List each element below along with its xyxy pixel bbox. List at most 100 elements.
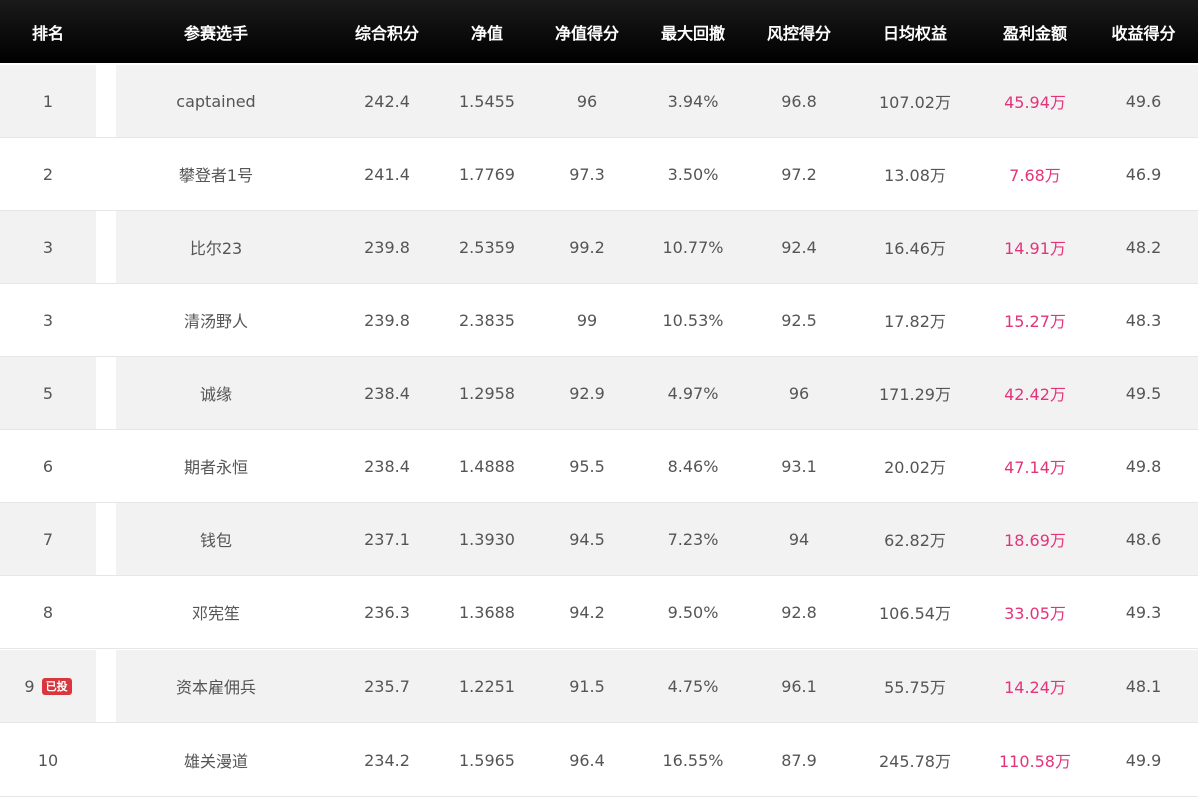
rank-value: 6 — [42, 456, 54, 476]
row-divider — [96, 650, 116, 722]
player-name[interactable]: 诚缘 — [116, 357, 316, 429]
rank-cell: 3 — [0, 211, 96, 283]
risk-score: 97.2 — [781, 164, 817, 184]
player-name[interactable]: 比尔23 — [116, 211, 316, 283]
total-score: 241.4 — [364, 164, 410, 184]
table-row[interactable]: 6 期者永恒 238.4 1.4888 95.5 8.46% 93.1 20.0… — [0, 430, 1198, 503]
nav-value: 1.5965 — [459, 750, 515, 770]
row-divider — [96, 211, 116, 283]
daily-equity: 106.54万 — [879, 604, 951, 623]
table-row[interactable]: 5 诚缘 238.4 1.2958 92.9 4.97% 96 171.29万 … — [0, 357, 1198, 430]
header-profit[interactable]: 盈利金额 — [981, 0, 1089, 63]
profit-amount: 45.94万 — [1004, 93, 1066, 112]
rank-value: 8 — [42, 602, 54, 622]
max-drawdown: 9.50% — [667, 602, 719, 622]
risk-score: 92.8 — [781, 602, 817, 622]
nav-value: 1.3930 — [459, 529, 515, 549]
player-name[interactable]: 攀登者1号 — [116, 138, 316, 210]
table-row[interactable]: 8 邓宪笙 236.3 1.3688 94.2 9.50% 92.8 106.5… — [0, 576, 1198, 649]
nav-score: 92.9 — [569, 383, 605, 403]
profit-amount: 33.05万 — [1004, 604, 1066, 623]
player-name[interactable]: 清汤野人 — [116, 284, 316, 356]
nav-value: 1.5455 — [459, 91, 515, 111]
header-daily-equity[interactable]: 日均权益 — [849, 0, 981, 63]
header-income-score[interactable]: 收益得分 — [1089, 0, 1198, 63]
max-drawdown: 16.55% — [662, 750, 724, 770]
risk-score: 96 — [788, 383, 810, 403]
rank-cell: 5 — [0, 357, 96, 429]
rank-value: 9 — [24, 676, 35, 696]
profit-amount: 47.14万 — [1004, 458, 1066, 477]
total-score: 237.1 — [364, 529, 410, 549]
header-nav-score[interactable]: 净值得分 — [537, 0, 637, 63]
profit-amount: 14.24万 — [1004, 678, 1066, 697]
nav-score: 91.5 — [569, 676, 605, 696]
table-row[interactable]: 1 captained 242.4 1.5455 96 3.94% 96.8 1… — [0, 65, 1198, 138]
nav-score: 94.5 — [569, 529, 605, 549]
daily-equity: 16.46万 — [884, 239, 946, 258]
profit-amount: 15.27万 — [1004, 312, 1066, 331]
header-nav[interactable]: 净值 — [437, 0, 537, 63]
rank-value: 2 — [42, 164, 54, 184]
rank-cell: 10 — [0, 724, 96, 796]
daily-equity: 245.78万 — [879, 752, 951, 771]
table-row[interactable]: 7 钱包 237.1 1.3930 94.5 7.23% 94 62.82万 1… — [0, 503, 1198, 576]
profit-amount: 7.68万 — [1009, 166, 1061, 185]
nav-score: 99.2 — [569, 237, 605, 257]
nav-value: 1.2958 — [459, 383, 515, 403]
header-risk-score[interactable]: 风控得分 — [749, 0, 849, 63]
rank-value: 3 — [42, 237, 54, 257]
rank-value: 1 — [42, 91, 54, 111]
daily-equity: 62.82万 — [884, 531, 946, 550]
table-row[interactable]: 3 清汤野人 239.8 2.3835 99 10.53% 92.5 17.82… — [0, 284, 1198, 357]
profit-amount: 18.69万 — [1004, 531, 1066, 550]
nav-value: 2.5359 — [459, 237, 515, 257]
total-score: 235.7 — [364, 676, 410, 696]
header-rank[interactable]: 排名 — [0, 0, 96, 63]
header-total-score[interactable]: 综合积分 — [337, 0, 437, 63]
daily-equity: 20.02万 — [884, 458, 946, 477]
nav-score: 96.4 — [569, 750, 605, 770]
risk-score: 94 — [788, 529, 810, 549]
daily-equity: 17.82万 — [884, 312, 946, 331]
income-score: 48.6 — [1125, 529, 1162, 549]
table-row[interactable]: 10 雄关漫道 234.2 1.5965 96.4 16.55% 87.9 24… — [0, 724, 1198, 797]
rank-cell: 9 已投 — [0, 650, 96, 722]
income-score: 49.9 — [1125, 750, 1162, 770]
table-row[interactable]: 3 比尔23 239.8 2.5359 99.2 10.77% 92.4 16.… — [0, 211, 1198, 284]
header-name[interactable]: 参赛选手 — [116, 0, 316, 63]
income-score: 49.6 — [1125, 91, 1162, 111]
player-name[interactable]: captained — [116, 65, 316, 137]
player-name[interactable]: 资本雇佣兵 — [116, 650, 316, 722]
header-max-drawdown[interactable]: 最大回撤 — [637, 0, 749, 63]
total-score: 236.3 — [364, 602, 410, 622]
player-name[interactable]: 邓宪笙 — [116, 576, 316, 648]
nav-value: 1.4888 — [459, 456, 515, 476]
risk-score: 93.1 — [781, 456, 817, 476]
rank-cell: 1 — [0, 65, 96, 137]
total-score: 238.4 — [364, 456, 410, 476]
rank-cell: 6 — [0, 430, 96, 502]
max-drawdown: 4.75% — [667, 676, 719, 696]
rank-value: 7 — [42, 529, 54, 549]
row-divider — [96, 357, 116, 429]
player-name[interactable]: 期者永恒 — [116, 430, 316, 502]
nav-score: 94.2 — [569, 602, 605, 622]
table-row[interactable]: 9 已投 资本雇佣兵 235.7 1.2251 91.5 4.75% 96.1 … — [0, 650, 1198, 723]
row-divider — [96, 138, 116, 210]
table-row[interactable]: 2 攀登者1号 241.4 1.7769 97.3 3.50% 97.2 13.… — [0, 138, 1198, 211]
daily-equity: 55.75万 — [884, 678, 946, 697]
player-name[interactable]: 雄关漫道 — [116, 724, 316, 796]
nav-value: 2.3835 — [459, 310, 515, 330]
row-divider — [96, 430, 116, 502]
income-score: 49.5 — [1125, 383, 1162, 403]
daily-equity: 13.08万 — [884, 166, 946, 185]
row-divider — [96, 503, 116, 575]
max-drawdown: 4.97% — [667, 383, 719, 403]
nav-score: 95.5 — [569, 456, 605, 476]
income-score: 48.2 — [1125, 237, 1162, 257]
player-name[interactable]: 钱包 — [116, 503, 316, 575]
nav-value: 1.7769 — [459, 164, 515, 184]
max-drawdown: 3.50% — [667, 164, 719, 184]
max-drawdown: 7.23% — [667, 529, 719, 549]
